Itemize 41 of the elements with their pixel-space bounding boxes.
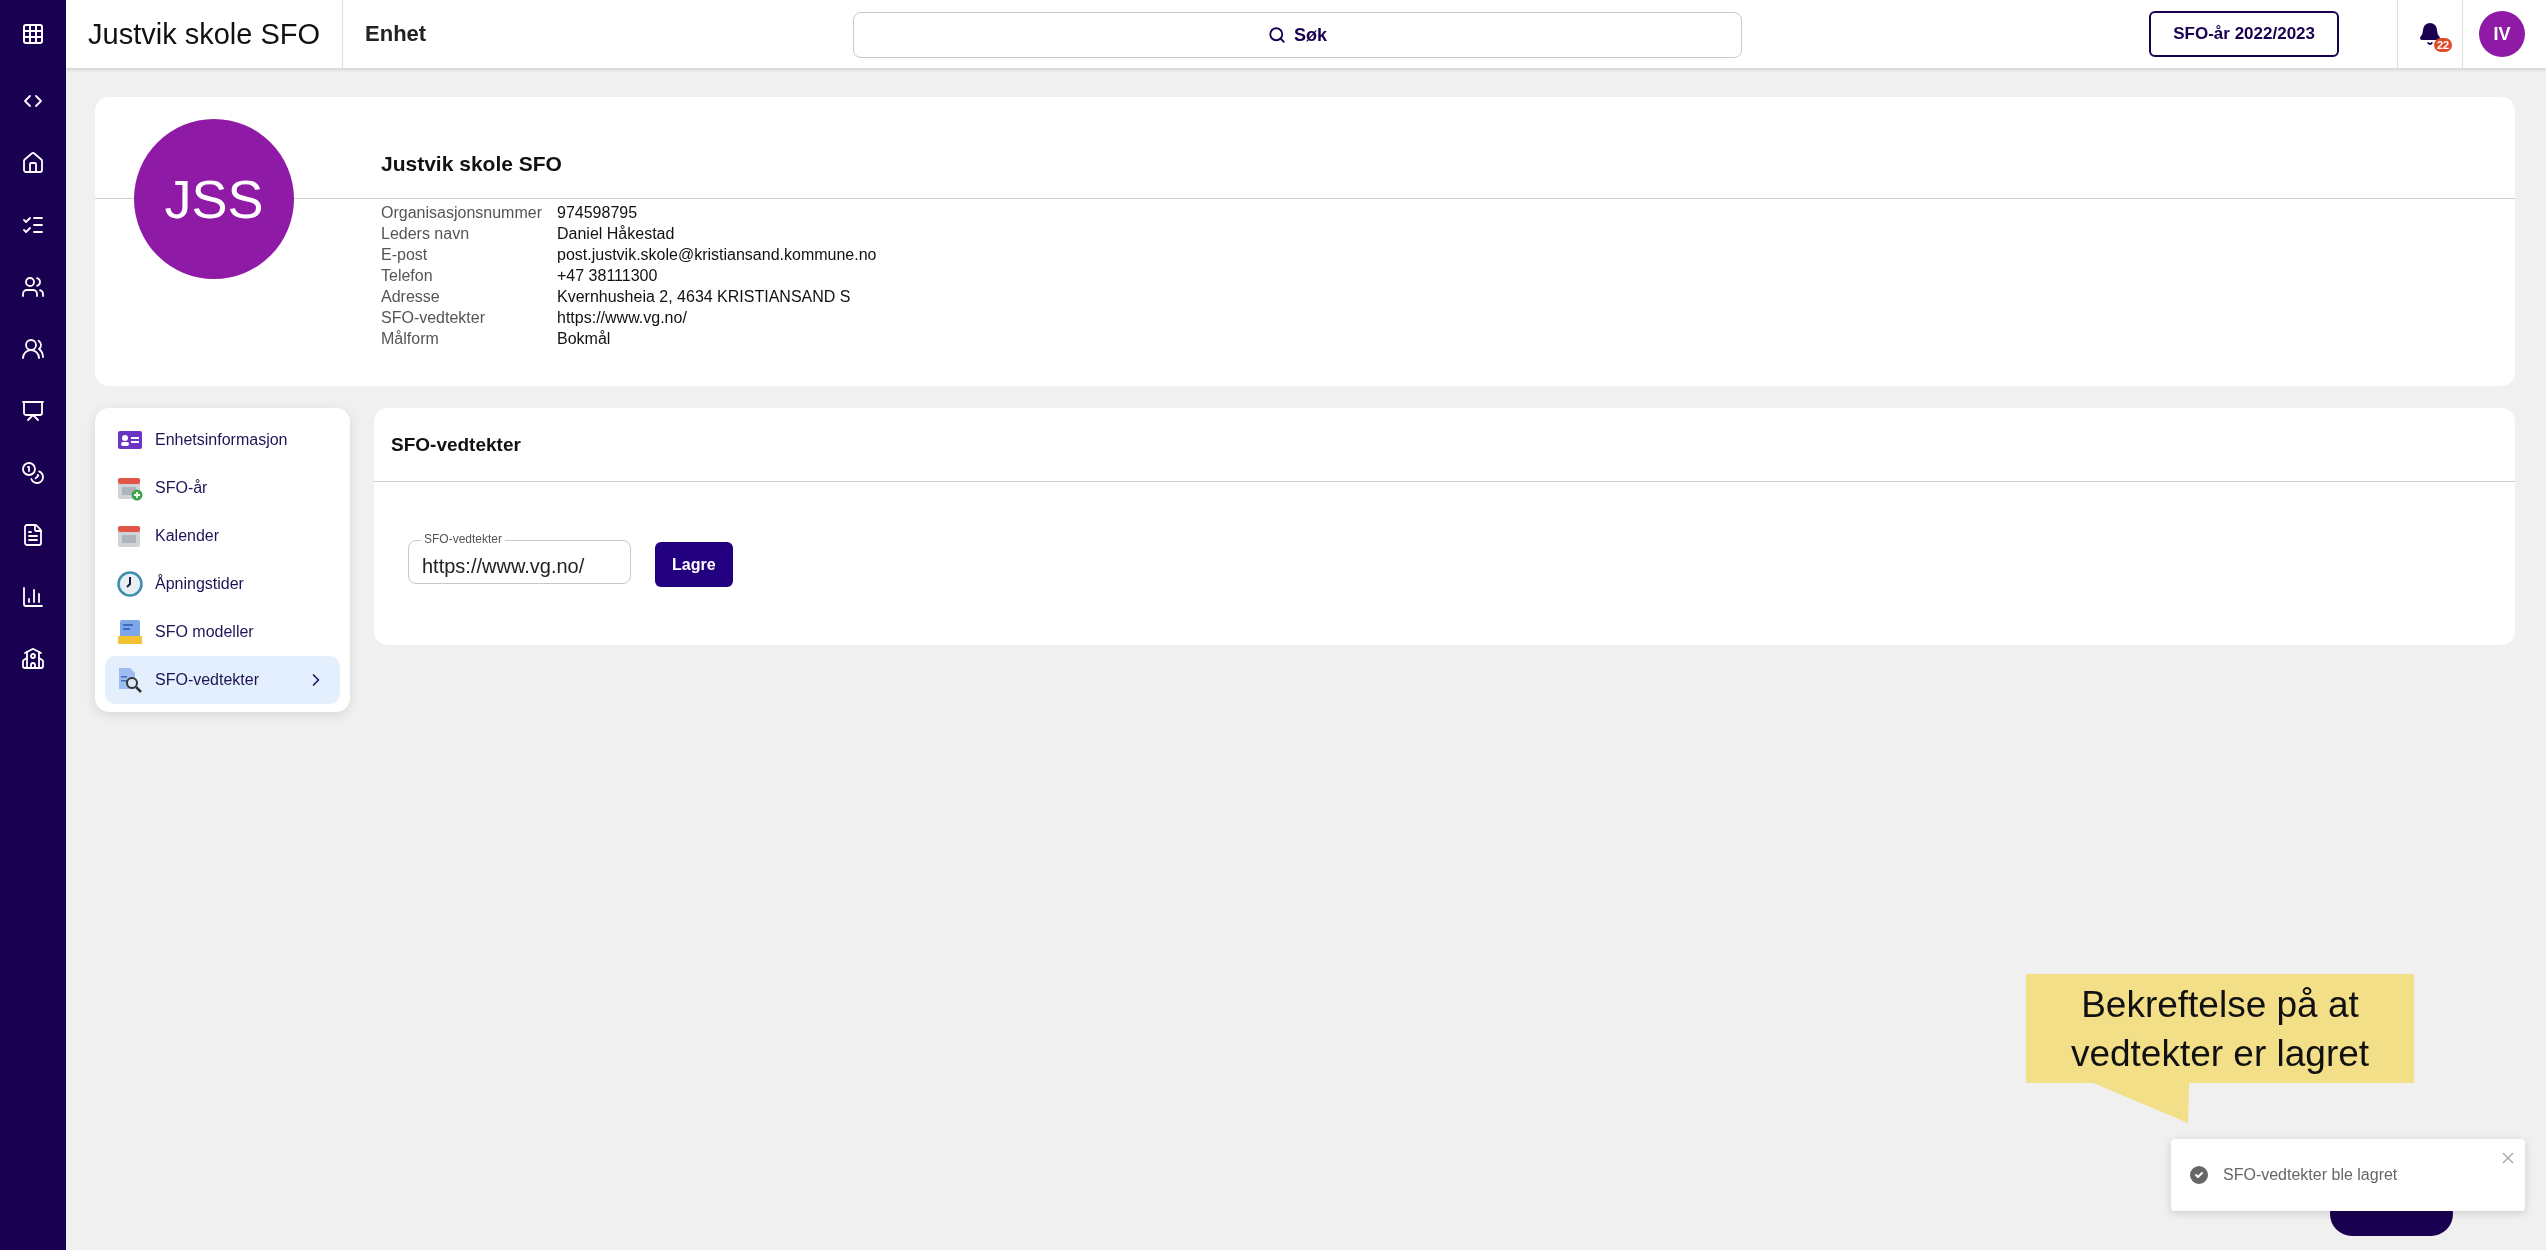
detail-value: Bokmål — [557, 330, 612, 348]
search-icon — [1268, 26, 1286, 44]
notifications-button[interactable]: 22 — [2397, 0, 2463, 68]
unit-name: Justvik skole SFO — [381, 152, 563, 176]
detail-label: E-post — [381, 246, 429, 264]
detail-value: https://www.vg.no/ — [557, 309, 688, 327]
document-search-icon — [117, 667, 143, 693]
calendar-icon — [117, 523, 143, 549]
detail-label: Målform — [381, 330, 440, 348]
detail-value: Kvernhusheia 2, 4634 KRISTIANSAND S — [557, 288, 852, 306]
tray-icon — [117, 619, 143, 645]
panel-title: SFO-vedtekter — [391, 433, 521, 456]
unit-avatar: JSS — [134, 119, 294, 279]
menu-item[interactable]: SFO modeller — [105, 608, 340, 656]
detail-label: Organisasjonsnummer — [381, 204, 543, 222]
detail-label: Leders navn — [381, 225, 471, 243]
app-title: Justvik skole SFO — [66, 0, 344, 68]
user-avatar[interactable]: IV — [2479, 11, 2525, 57]
detail-value: post.justvik.skole@kristiansand.kommune.no — [557, 246, 877, 264]
toast-message: SFO-vedtekter ble lagret — [2223, 1166, 2398, 1184]
menu-item[interactable]: Kalender — [105, 512, 340, 560]
check-icon — [2187, 1163, 2211, 1187]
detail-label: Telefon — [381, 267, 434, 285]
save-button[interactable]: Lagre — [655, 542, 733, 587]
search-field[interactable]: Søk — [853, 12, 1742, 58]
callout-text: Bekreftelse på at vedtekter er lagret — [2069, 983, 2371, 1076]
school-year-button[interactable]: SFO-år 2022/2023 — [2149, 11, 2339, 57]
menu-item[interactable]: Enhetsinformasjon — [105, 416, 340, 464]
menu-item[interactable]: SFO-vedtekter — [105, 656, 340, 704]
clock-icon — [117, 571, 143, 597]
menu-item[interactable]: Åpningstider — [105, 560, 340, 608]
detail-value: 974598795 — [557, 204, 639, 222]
calendar-add-icon — [117, 475, 143, 501]
detail-value: Daniel Håkestad — [557, 225, 676, 243]
notification-badge: 22 — [2434, 38, 2453, 52]
field-label: SFO-vedtekter — [421, 531, 506, 546]
detail-label: Adresse — [381, 288, 441, 306]
page-title: Enhet — [365, 21, 427, 47]
detail-value: +47 38111300 — [557, 267, 659, 285]
menu-item[interactable]: SFO-år — [105, 464, 340, 512]
detail-label: SFO-vedtekter — [381, 309, 487, 327]
